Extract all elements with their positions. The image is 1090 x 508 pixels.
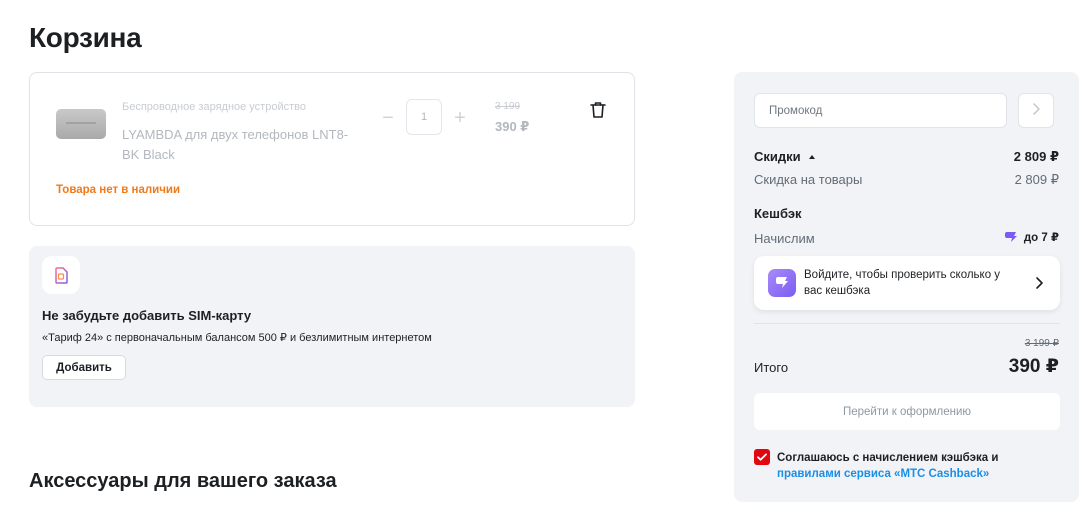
discounts-label: Скидки	[754, 149, 801, 164]
cashback-amount: до 7 ₽	[1023, 232, 1059, 244]
page-title: Корзина	[29, 22, 142, 53]
promocode-submit-button[interactable]	[1018, 93, 1054, 128]
out-of-stock-label: Товара нет в наличии	[56, 184, 181, 196]
agree-text: Соглашаюсь с начислением кэшбэка и	[777, 452, 999, 464]
sim-promo-banner: Не забудьте добавить SIM-карту «Тариф 24…	[29, 246, 635, 407]
order-summary: Скидки 2 809 ₽ Скидка на товары 2 809 ₽ …	[734, 72, 1079, 502]
quantity-input[interactable]: 1	[406, 99, 442, 135]
discounts-value: 2 809 ₽	[1013, 149, 1059, 164]
total-old-price: 3 199 ₽	[1024, 338, 1059, 349]
cashback-app-icon	[768, 269, 796, 297]
sim-promo-description: «Тариф 24» с первоначальным балансом 500…	[42, 332, 432, 344]
chevron-right-icon	[1033, 103, 1040, 115]
sim-promo-title: Не забудьте добавить SIM-карту	[42, 308, 252, 323]
add-sim-button[interactable]: Добавить	[42, 355, 126, 380]
cashback-accrue-label: Начислим	[754, 231, 815, 246]
chevron-right-icon	[1036, 277, 1043, 289]
product-category: Беспроводное зарядное устройство	[122, 101, 306, 113]
product-image[interactable]	[56, 109, 106, 139]
cashback-agree-label: Соглашаюсь с начислением кэшбэка и прави…	[777, 450, 1037, 482]
cart-item: Беспроводное зарядное устройство LYAMBDA…	[29, 72, 635, 226]
quantity-increase-button[interactable]: +	[450, 103, 470, 133]
goods-discount-value: 2 809 ₽	[1014, 172, 1059, 187]
accessories-heading: Аксессуары для вашего заказа	[29, 470, 337, 492]
product-old-price: 3 199	[495, 101, 521, 112]
total-label: Итого	[754, 360, 789, 375]
sim-card-icon	[55, 267, 68, 284]
checkmark-icon	[757, 453, 767, 461]
login-cashback-card[interactable]: Войдите, чтобы проверить сколько у вас к…	[754, 256, 1060, 310]
total-price: 390 ₽	[1008, 356, 1059, 377]
trash-icon	[590, 102, 606, 118]
login-cashback-text: Войдите, чтобы проверить сколько у вас к…	[804, 269, 1001, 297]
discounts-toggle[interactable]: Скидки	[754, 149, 815, 164]
cashback-agree-checkbox[interactable]	[754, 449, 770, 465]
cashback-heading: Кешбэк	[754, 206, 802, 221]
cashback-icon	[1004, 232, 1017, 242]
delete-item-button[interactable]	[587, 99, 609, 121]
goods-discount-label: Скидка на товары	[754, 172, 863, 187]
product-name[interactable]: LYAMBDA для двух телефонов LNT8-BK Black	[122, 125, 352, 165]
caret-up-icon	[808, 155, 815, 159]
cashback-rules-link[interactable]: правилами сервиса «МТС Cashback»	[777, 468, 989, 480]
summary-divider	[754, 323, 1060, 324]
sim-icon-container	[42, 256, 80, 294]
product-price: 390 ₽	[495, 119, 530, 134]
checkout-button[interactable]: Перейти к оформлению	[754, 393, 1060, 430]
promocode-input[interactable]	[754, 93, 1007, 128]
cashback-value: до 7 ₽	[1004, 230, 1059, 244]
quantity-decrease-button[interactable]: −	[378, 103, 398, 133]
